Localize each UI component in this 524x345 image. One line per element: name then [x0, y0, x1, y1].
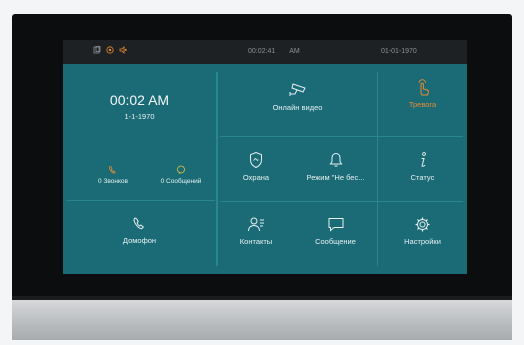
home-panel: 00:02 AM 1-1-1970 0 Звонков 0 Сообщений … [63, 64, 467, 274]
message-label: Сообщение [315, 237, 356, 246]
intercom-button[interactable]: Домофон [63, 216, 216, 245]
clock-widget: 00:02 AM 1-1-1970 [63, 92, 216, 121]
intercom-label: Домофон [122, 236, 157, 245]
missed-calls-counter[interactable]: 0 Звонков [83, 165, 143, 185]
message-button[interactable]: Сообщение [294, 216, 377, 246]
clock-date: 1-1-1970 [124, 112, 155, 121]
status-label: Статус [410, 173, 435, 182]
contacts-label: Контакты [239, 237, 273, 246]
info-icon [420, 152, 426, 167]
settings-label: Настройки [404, 237, 441, 246]
divider [67, 200, 215, 201]
alarm-button[interactable]: Тревога [378, 78, 467, 109]
message-bubble-icon [177, 165, 185, 174]
device-metal-base [12, 300, 512, 340]
alarm-icon [106, 46, 114, 54]
shield-icon [250, 151, 262, 169]
contacts-icon [248, 217, 264, 232]
phone-icon [109, 166, 116, 174]
divider [220, 201, 463, 202]
online-video-label: Онлайн видео [272, 103, 323, 112]
door-icon [93, 46, 101, 54]
status-bar: 00:02:41 AM 01-01-1970 [63, 40, 467, 64]
security-button[interactable]: Охрана [218, 151, 294, 182]
status-date: 01-01-1970 [381, 48, 417, 55]
cctv-camera-icon [289, 83, 306, 96]
gear-icon [415, 217, 430, 232]
speaker-icon [119, 46, 127, 54]
settings-button[interactable]: Настройки [378, 216, 467, 246]
message-icon [328, 218, 343, 232]
divider [220, 136, 463, 137]
clock-time: 00:02 AM [109, 92, 170, 108]
mode-label: Режим "Не бес... [306, 173, 365, 182]
alarm-label: Тревога [408, 100, 437, 109]
online-video-button[interactable]: Онлайн видео [218, 80, 377, 112]
status-ampm: AM [289, 48, 300, 55]
do-not-disturb-button[interactable]: Режим "Не бес... [294, 151, 377, 182]
phone-icon [133, 217, 144, 230]
bell-icon [328, 152, 343, 167]
hand-touch-icon [418, 79, 429, 96]
status-button[interactable]: Статус [378, 151, 467, 182]
messages-count: 0 Сообщений [160, 178, 202, 185]
calls-count: 0 Звонков [98, 178, 128, 185]
security-label: Охрана [242, 173, 270, 182]
messages-counter[interactable]: 0 Сообщений [147, 165, 215, 185]
contacts-button[interactable]: Контакты [218, 216, 294, 246]
touch-screen: 00:02:41 AM 01-01-1970 00:02 AM 1-1-1970… [63, 40, 467, 274]
status-time: 00:02:41 [248, 48, 276, 55]
